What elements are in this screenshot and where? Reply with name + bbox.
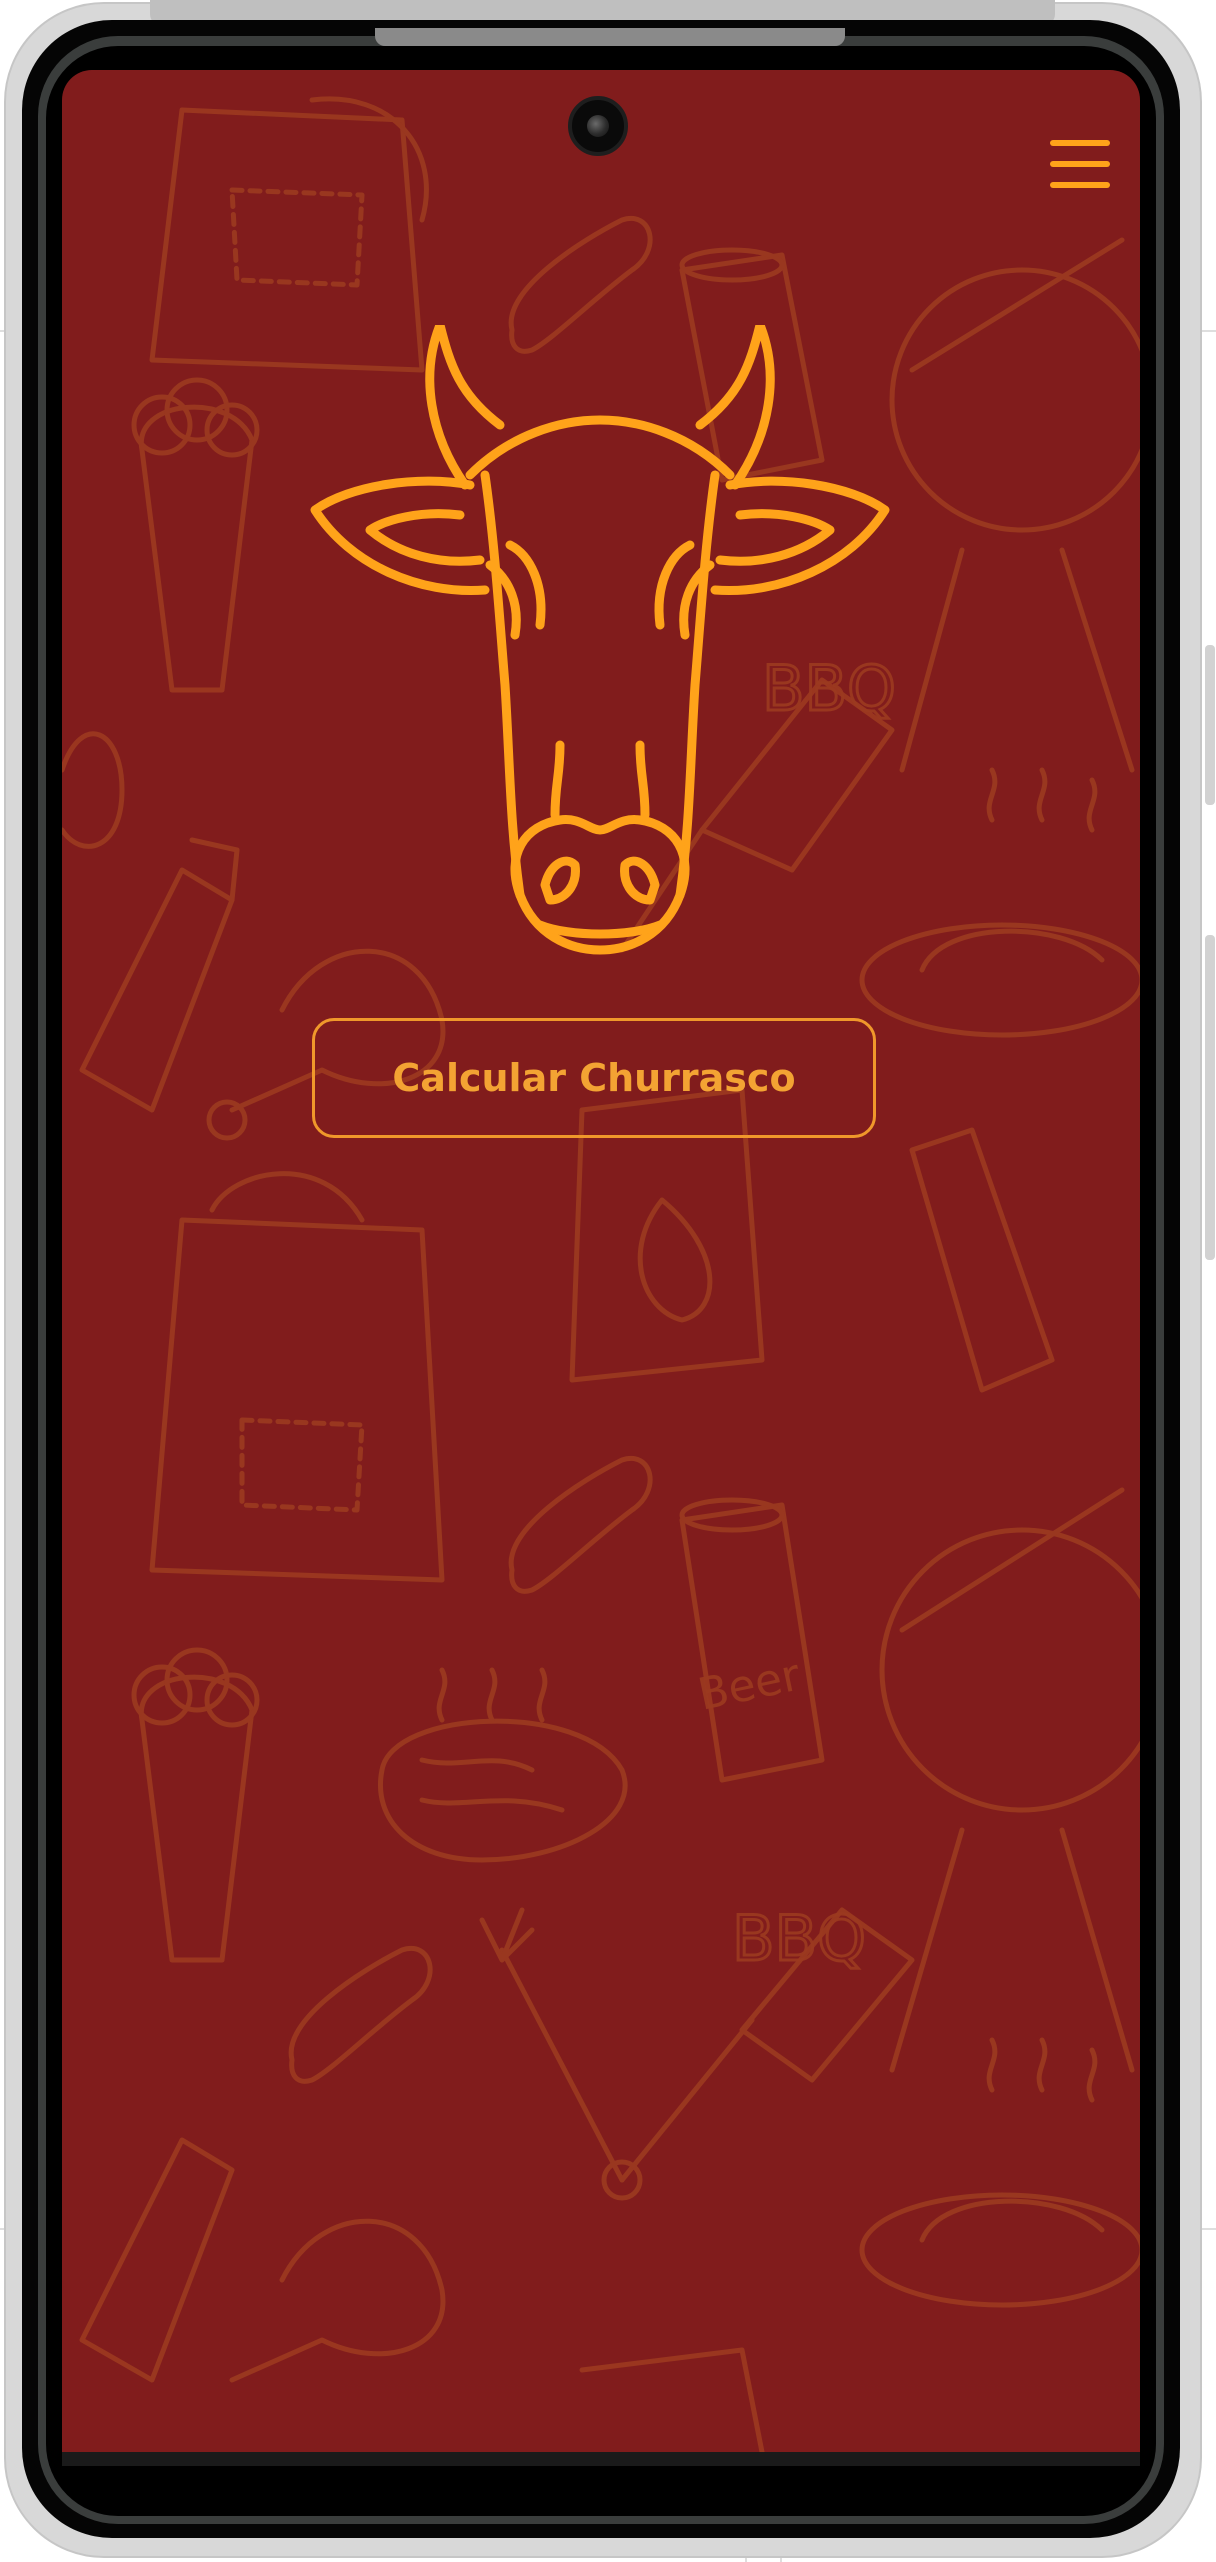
menu-bar — [1050, 161, 1110, 167]
camera-lens — [587, 115, 609, 137]
bbq-doodle-text: BBQ — [732, 1902, 866, 1975]
app-screen: Beer BBQ BBQ Calcular Churrasco — [62, 70, 1140, 2452]
menu-bar — [1050, 140, 1110, 146]
bull-head-icon — [310, 325, 890, 955]
power-button — [1205, 935, 1215, 1260]
front-camera — [568, 96, 628, 156]
phone-notch — [375, 28, 845, 46]
calculate-barbecue-button[interactable]: Calcular Churrasco — [312, 1018, 876, 1138]
menu-bar — [1050, 182, 1110, 188]
volume-button — [1205, 645, 1215, 805]
hamburger-menu-icon[interactable] — [1050, 140, 1110, 188]
device-mockup: Beer BBQ BBQ Calcular Churrasco — [0, 0, 1216, 2562]
screen-bottom-edge — [62, 2452, 1140, 2466]
beer-doodle-text: Beer — [694, 1649, 806, 1720]
calculate-barbecue-label: Calcular Churrasco — [392, 1056, 796, 1100]
